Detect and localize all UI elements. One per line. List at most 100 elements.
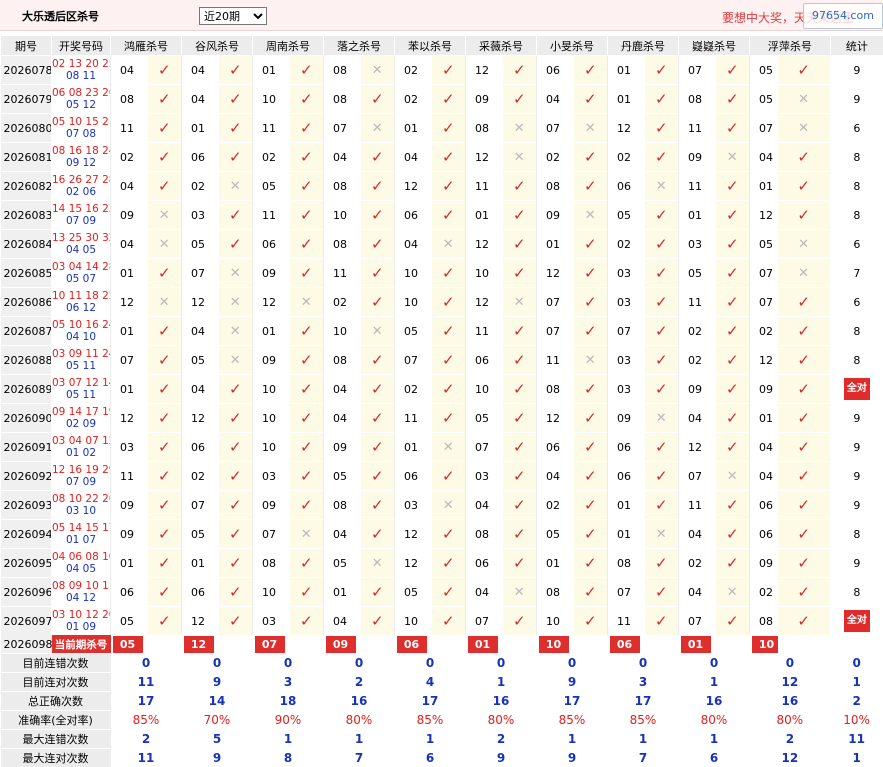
front-numbers: 05 10 16 24 27	[52, 319, 111, 331]
stats-value: 7	[608, 749, 679, 767]
check-mark-icon: ✓	[655, 554, 668, 572]
kill-number: 12	[466, 56, 503, 85]
kill-number-table: 期号开奖号码鸿雁杀号谷风杀号周南杀号落之杀号苯以杀号采薇杀号小旻杀号丹鹿杀号嶷嶷…	[0, 36, 883, 767]
check-mark-icon: ✓	[229, 438, 242, 456]
kill-number: 10	[395, 607, 432, 636]
check-mark-icon: ✓	[584, 380, 597, 398]
check-mark-icon: ✓	[584, 496, 597, 514]
kill-result: ✓	[148, 346, 182, 375]
kill-number: 11	[111, 114, 148, 143]
spacer-cell	[219, 635, 253, 654]
kill-result: ✓	[716, 520, 750, 549]
kill-number: 10	[537, 607, 574, 636]
kill-result: ✕	[503, 114, 537, 143]
draw-numbers: 12 16 19 29 3307 09	[52, 462, 111, 491]
check-mark-icon: ✓	[726, 438, 739, 456]
check-mark-icon: ✓	[655, 351, 668, 369]
cross-mark-icon: ✕	[798, 237, 809, 252]
kill-number: 01	[608, 520, 645, 549]
kill-result: ✓	[219, 404, 253, 433]
check-mark-icon: ✓	[726, 351, 739, 369]
kill-result: ✕	[778, 230, 831, 259]
check-mark-icon: ✓	[158, 409, 171, 427]
stats-value: 16	[750, 692, 831, 711]
kill-result: ✓	[361, 346, 395, 375]
stats-label: 准确率(全对率)	[1, 711, 111, 730]
kill-result: ✓	[716, 201, 750, 230]
kill-result: ✓	[778, 317, 831, 346]
front-numbers: 10 11 18 22 35	[52, 290, 111, 302]
kill-result: ✓	[432, 288, 466, 317]
kill-number: 09	[608, 404, 645, 433]
kill-result: ✓	[574, 404, 608, 433]
period-select[interactable]: 近20期	[199, 7, 267, 25]
check-mark-icon: ✓	[726, 206, 739, 224]
stats-value: 85%	[111, 711, 182, 730]
back-numbers: 07 09	[66, 476, 96, 488]
current-kill-number: 12	[184, 636, 214, 653]
table-row: 202607906 08 23 26 2705 1208✓04✓10✓08✓02…	[1, 85, 883, 114]
check-mark-icon: ✓	[158, 554, 171, 572]
check-mark-icon: ✓	[229, 612, 242, 630]
check-mark-icon: ✓	[513, 525, 526, 543]
cross-mark-icon: ✕	[656, 527, 667, 542]
kill-number: 04	[182, 375, 219, 404]
check-mark-icon: ✓	[442, 177, 455, 195]
check-mark-icon: ✓	[584, 612, 597, 630]
kill-result: ✕	[645, 520, 679, 549]
kill-number: 11	[395, 404, 432, 433]
kill-number: 03	[395, 491, 432, 520]
stats-value: 16	[324, 692, 395, 711]
kill-result: ✕	[716, 462, 750, 491]
kill-number: 07	[679, 462, 716, 491]
kill-number: 11	[111, 462, 148, 491]
kill-number: 06	[608, 172, 645, 201]
draw-numbers: 05 10 15 21 2307 08	[52, 114, 111, 143]
kill-number: 03	[608, 288, 645, 317]
kill-number: 06	[253, 230, 290, 259]
stats-value: 0	[830, 654, 883, 673]
kill-result: ✓	[716, 433, 750, 462]
check-mark-icon: ✓	[300, 351, 313, 369]
kill-result: ✓	[503, 317, 537, 346]
stats-label: 目前连错次数	[1, 654, 111, 673]
kill-number: 12	[395, 172, 432, 201]
kill-result: ✓	[716, 230, 750, 259]
check-mark-icon: ✓	[300, 438, 313, 456]
kill-result: ✓	[574, 549, 608, 578]
row-stat: 6	[830, 230, 883, 259]
kill-number: 02	[679, 317, 716, 346]
kill-number: 10	[253, 578, 290, 607]
table-row: 202609504 06 08 10 1404 0501✓01✓08✓05✕12…	[1, 549, 883, 578]
cross-mark-icon: ✕	[159, 237, 170, 252]
kill-number: 09	[750, 375, 778, 404]
cross-mark-icon: ✕	[230, 266, 241, 281]
kill-result: ✓	[219, 607, 253, 636]
table-row: 202609103 04 07 12 3201 0203✓06✓10✓09✓01…	[1, 433, 883, 462]
kill-number: 02	[750, 317, 778, 346]
cross-mark-icon: ✕	[443, 237, 454, 252]
kill-result: ✓	[503, 259, 537, 288]
check-mark-icon: ✓	[797, 409, 810, 427]
kill-number: 06	[608, 433, 645, 462]
top-bar: 大乐透后区杀号 近20期 要想中大奖，天天来这里 97654.com	[0, 0, 883, 31]
kill-number: 02	[253, 143, 290, 172]
kill-number: 12	[466, 143, 503, 172]
kill-result: ✓	[645, 230, 679, 259]
kill-number: 08	[324, 56, 361, 85]
kill-result: ✓	[645, 607, 679, 636]
check-mark-icon: ✓	[158, 177, 171, 195]
check-mark-icon: ✓	[797, 293, 810, 311]
kill-number: 09	[111, 520, 148, 549]
stats-value: 80%	[466, 711, 537, 730]
stats-value: 1	[395, 730, 466, 749]
stats-value: 14	[182, 692, 253, 711]
cross-mark-icon: ✕	[443, 440, 454, 455]
kill-result: ✓	[645, 462, 679, 491]
check-mark-icon: ✓	[655, 583, 668, 601]
check-mark-icon: ✓	[300, 206, 313, 224]
check-mark-icon: ✓	[726, 177, 739, 195]
kill-number: 08	[111, 85, 148, 114]
issue-number: 2026097	[1, 607, 52, 636]
kill-result: ✓	[290, 230, 324, 259]
